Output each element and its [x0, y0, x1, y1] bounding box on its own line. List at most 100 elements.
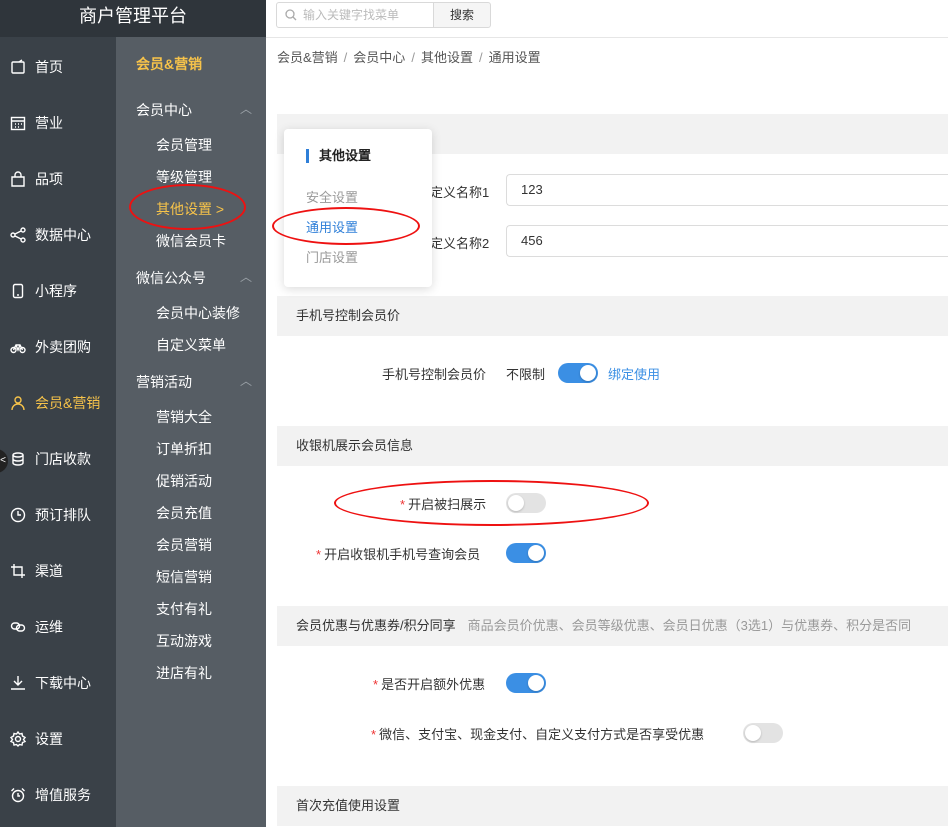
- payment-discount-switch[interactable]: [743, 723, 783, 743]
- subnav-group-label: 微信公众号: [136, 270, 206, 286]
- field-label: 定义名称1: [430, 185, 490, 200]
- nav-item-member-marketing[interactable]: 会员&营销: [0, 385, 116, 421]
- extra-discount-switch[interactable]: [506, 673, 546, 693]
- switch-knob: [528, 545, 544, 561]
- link-icon: [9, 618, 27, 636]
- section-header-phone: 手机号控制会员价: [277, 296, 948, 336]
- popup-item-store[interactable]: 门店设置: [306, 247, 358, 266]
- section-title: 收银机展示会员信息: [296, 438, 414, 453]
- nav-item-label: 运维: [35, 619, 63, 635]
- breadcrumb-item[interactable]: 会员&营销: [277, 50, 338, 65]
- subnav-item-custom-menu[interactable]: 自定义菜单: [156, 335, 226, 355]
- nav-item-label: 外卖团购: [35, 339, 91, 355]
- nav-item-label: 营业: [35, 115, 63, 131]
- subnav-item-pay-gift[interactable]: 支付有礼: [156, 599, 212, 619]
- breadcrumb: 会员&营销 / 会员中心 / 其他设置 / 通用设置: [277, 50, 541, 65]
- breadcrumb-item-current: 通用设置: [488, 50, 541, 65]
- nav-item-reservation[interactable]: 预订排队: [0, 497, 116, 533]
- app-title-bar: 商户管理平台: [0, 0, 266, 37]
- breadcrumb-item[interactable]: 其他设置: [421, 50, 473, 65]
- subnav-item-member-marketing[interactable]: 会员营销: [156, 535, 212, 555]
- section-header-cashier: 收银机展示会员信息: [277, 426, 948, 466]
- payment-discount-label: * 微信、支付宝、现金支付、自定义支付方式是否享受优惠: [371, 727, 705, 742]
- nav-item-takeout[interactable]: 外卖团购: [0, 329, 116, 365]
- subnav-item-member-management[interactable]: 会员管理: [156, 135, 212, 155]
- subnav-group-label: 会员中心: [136, 102, 192, 118]
- phone-control-switch[interactable]: [558, 363, 598, 383]
- search-input[interactable]: [303, 8, 423, 22]
- bag-icon: [9, 170, 27, 188]
- cashier-phone-query-switch[interactable]: [506, 543, 546, 563]
- subnav-title: 会员&营销: [136, 56, 203, 72]
- switch-knob: [745, 725, 761, 741]
- nav-item-settings[interactable]: 设置: [0, 721, 116, 757]
- nav-item-store-payment[interactable]: 门店收款: [0, 441, 116, 477]
- nav-item-home[interactable]: 首页: [0, 49, 116, 85]
- subnav-item-member-decoration[interactable]: 会员中心装修: [156, 303, 240, 323]
- section-note: 商品会员价优惠、会员等级优惠、会员日优惠（3选1）与优惠券、积分是否同: [467, 618, 912, 633]
- phone-row-label: 手机号控制会员价: [382, 367, 487, 382]
- search-button[interactable]: 搜索: [433, 2, 491, 28]
- home-icon: [9, 58, 27, 76]
- nav-item-ops[interactable]: 运维: [0, 609, 116, 645]
- chevron-up-icon: ︿: [239, 374, 252, 388]
- bike-icon: [9, 338, 27, 356]
- top-bar: 搜索: [266, 0, 948, 38]
- section-title: 会员优惠与优惠券/积分同享: [296, 618, 456, 633]
- subnav-item-sms-marketing[interactable]: 短信营销: [156, 567, 212, 587]
- nav-item-label: 会员&营销: [35, 395, 101, 411]
- extra-discount-label: * 是否开启额外优惠: [373, 677, 486, 692]
- nav-item-label: 渠道: [35, 563, 63, 579]
- custom-field-input-1[interactable]: 123: [506, 174, 948, 206]
- custom-field-input-2[interactable]: 456: [506, 225, 948, 257]
- subnav-item-visit-gift[interactable]: 进店有礼: [156, 663, 212, 683]
- section-header-recharge: 首次充值使用设置: [277, 786, 948, 826]
- popup-title: 其他设置: [306, 149, 371, 163]
- cashier-phone-query-label: * 开启收银机手机号查询会员: [316, 547, 481, 562]
- nav-item-miniprogram[interactable]: 小程序: [0, 273, 116, 309]
- nav-item-label: 小程序: [35, 283, 77, 299]
- chevron-up-icon: ︿: [239, 270, 252, 284]
- popup-item-security[interactable]: 安全设置: [306, 187, 358, 206]
- switch-knob: [528, 675, 544, 691]
- breadcrumb-item[interactable]: 会员中心: [353, 50, 405, 65]
- switch-knob: [580, 365, 596, 381]
- subnav-group-marketing[interactable]: 营销活动 ︿: [136, 372, 252, 392]
- clock-icon: [9, 506, 27, 524]
- subnav-item-wechat-card[interactable]: 微信会员卡: [156, 231, 226, 251]
- phone-left-text: 不限制: [506, 367, 546, 382]
- calendar-icon: [9, 114, 27, 132]
- nav-item-label: 预订排队: [35, 507, 91, 523]
- subnav-group-wechat-official[interactable]: 微信公众号 ︿: [136, 268, 252, 288]
- primary-nav: 首页 营业 品项 数据中心 小程序 外卖团购 会员&营销 门店收款 预订排队 渠…: [0, 37, 116, 827]
- subnav-item-order-discount[interactable]: 订单折扣: [156, 439, 212, 459]
- annotation-ellipse: [129, 184, 246, 230]
- phone-right-text: 绑定使用: [608, 367, 661, 382]
- subnav-item-marketing-all[interactable]: 营销大全: [156, 407, 212, 427]
- nav-item-label: 增值服务: [35, 787, 91, 803]
- secondary-nav: 会员&营销 会员中心 ︿ 会员管理 等级管理 其他设置 > 微信会员卡 微信公众…: [116, 37, 266, 827]
- phone-icon: [9, 282, 27, 300]
- annotation-ellipse: [272, 207, 420, 245]
- nav-item-products[interactable]: 品项: [0, 161, 116, 197]
- subnav-item-promotions[interactable]: 促销活动: [156, 471, 212, 491]
- subnav-group-member-center[interactable]: 会员中心 ︿: [136, 100, 252, 120]
- subnav-group-label: 营销活动: [136, 374, 192, 390]
- app-title: 商户管理平台: [79, 6, 187, 26]
- nav-item-channel[interactable]: 渠道: [0, 553, 116, 589]
- nav-item-label: 门店收款: [35, 451, 91, 467]
- coins-icon: [9, 450, 27, 468]
- nav-item-business[interactable]: 营业: [0, 105, 116, 141]
- nav-item-label: 品项: [35, 171, 63, 187]
- field-label: 定义名称2: [430, 236, 490, 251]
- nav-item-data-center[interactable]: 数据中心: [0, 217, 116, 253]
- section-title: 首次充值使用设置: [296, 798, 401, 813]
- search-icon: [285, 9, 297, 21]
- subnav-item-member-recharge[interactable]: 会员充值: [156, 503, 212, 523]
- nav-item-downloads[interactable]: 下载中心: [0, 665, 116, 701]
- share-icon: [9, 226, 27, 244]
- nav-item-value-added[interactable]: 增值服务: [0, 777, 116, 813]
- download-icon: [9, 674, 27, 692]
- subnav-item-games[interactable]: 互动游戏: [156, 631, 212, 651]
- annotation-ellipse: [334, 480, 649, 526]
